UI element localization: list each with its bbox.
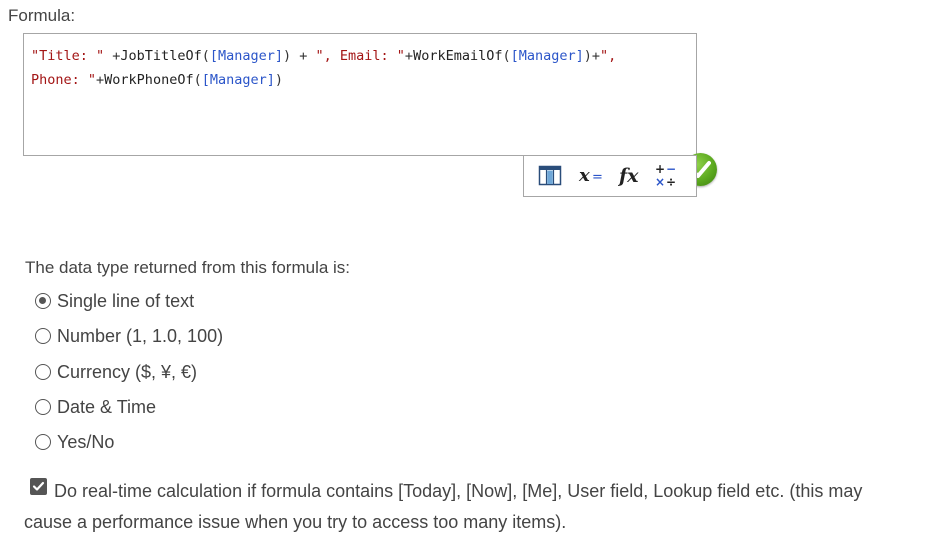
formula-token-fld: [Manager] — [201, 72, 275, 88]
data-type-option-label: Date & Time — [57, 396, 157, 417]
realtime-label-line2: cause a performance issue when you try t… — [24, 512, 567, 532]
svg-text:+: + — [655, 162, 665, 176]
svg-text:−: − — [666, 162, 676, 176]
formula-token-op: ( — [201, 48, 210, 64]
formula-token-op: )+ — [583, 48, 601, 64]
formula-token-fld: [Manager] — [510, 48, 584, 64]
formula-toolbar: x = fx + − × ÷ — [523, 155, 697, 197]
radio-selected-icon[interactable] — [35, 293, 51, 309]
data-type-label: The data type returned from this formula… — [25, 258, 351, 277]
data-type-option-label: Single line of text — [57, 290, 195, 311]
data-type-option[interactable]: Date & Time — [35, 394, 156, 420]
operators-icon[interactable]: + − × ÷ — [654, 162, 680, 189]
data-type-option[interactable]: Number (1, 1.0, 100) — [35, 323, 223, 349]
data-type-option-label: Number (1, 1.0, 100) — [57, 325, 224, 346]
data-type-option-label: Yes/No — [57, 431, 115, 452]
formula-editor[interactable]: "Title: " +JobTitleOf([Manager]) + ", Em… — [23, 33, 717, 186]
formula-token-op: ( — [193, 72, 202, 88]
checkbox-checked-icon[interactable] — [30, 478, 47, 495]
radio-unselected-icon[interactable] — [35, 328, 51, 344]
svg-text:×: × — [655, 175, 665, 189]
formula-token-fn: WorkPhoneOf — [104, 72, 194, 88]
realtime-label-line1: Do real-time calculation if formula cont… — [54, 481, 863, 501]
formula-token-op: + — [96, 72, 105, 88]
formula-token-fn: WorkEmailOf — [413, 48, 503, 64]
formula-token-fn: JobTitleOf — [120, 48, 202, 64]
formula-token-fld: [Manager] — [209, 48, 283, 64]
radio-unselected-icon[interactable] — [35, 399, 51, 415]
formula-token-op: ) + — [283, 48, 316, 64]
radio-unselected-icon[interactable] — [35, 434, 51, 450]
formula-token-op: ) — [274, 72, 284, 88]
data-type-option[interactable]: Currency ($, ¥, €) — [35, 359, 197, 385]
realtime-calculation-checkbox[interactable] — [30, 478, 55, 495]
formula-token-op: + — [404, 48, 414, 64]
variable-icon[interactable]: x = — [578, 162, 604, 188]
svg-text:÷: ÷ — [666, 175, 676, 189]
formula-token-op: ( — [502, 48, 511, 64]
data-type-option[interactable]: Single line of text — [35, 288, 194, 314]
function-icon[interactable]: fx — [617, 162, 646, 188]
formula-token-str: ", Email: " — [315, 48, 405, 64]
insert-column-icon[interactable] — [538, 162, 562, 188]
data-type-option[interactable]: Yes/No — [35, 429, 114, 455]
svg-text:fx: fx — [618, 165, 639, 187]
data-type-option-label: Currency ($, ¥, €) — [57, 361, 198, 382]
formula-token-str: "Title: " — [31, 48, 105, 64]
radio-unselected-icon[interactable] — [35, 364, 51, 380]
svg-text:=: = — [592, 170, 603, 185]
formula-label: Formula: — [8, 6, 76, 25]
formula-text[interactable]: "Title: " +JobTitleOf([Manager]) + ", Em… — [31, 44, 691, 92]
svg-text:x: x — [578, 165, 590, 186]
formula-token-op: + — [104, 48, 121, 64]
